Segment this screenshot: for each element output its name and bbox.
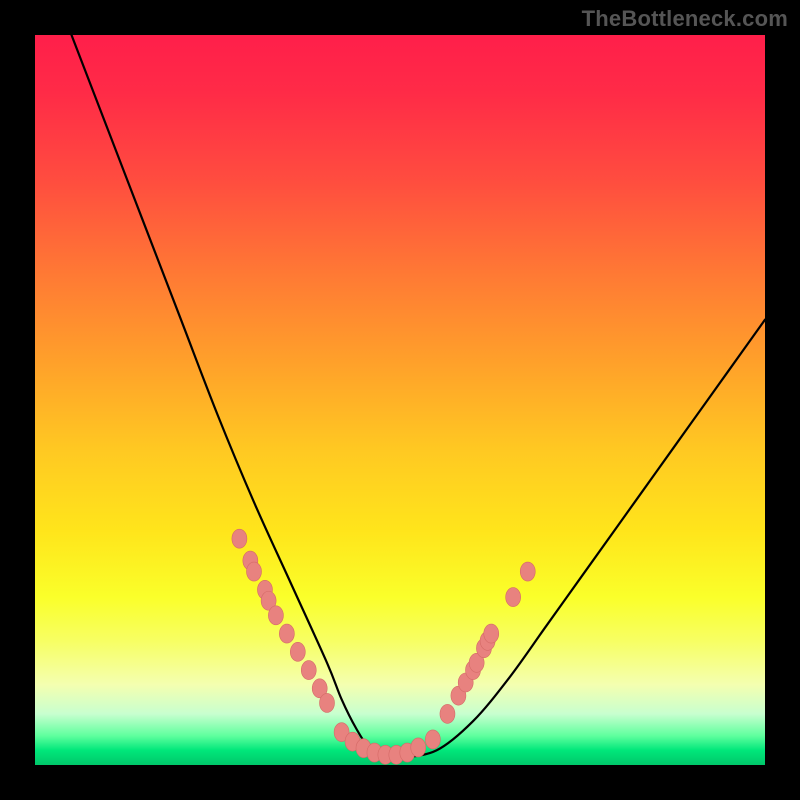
chart-overlay bbox=[35, 35, 765, 765]
data-markers bbox=[232, 529, 535, 764]
data-marker bbox=[520, 562, 535, 581]
attribution-label: TheBottleneck.com bbox=[582, 6, 788, 32]
data-marker bbox=[301, 661, 316, 680]
data-marker bbox=[440, 704, 455, 723]
data-marker bbox=[290, 642, 305, 661]
bottleneck-curve bbox=[72, 35, 766, 759]
outer-frame: TheBottleneck.com bbox=[0, 0, 800, 800]
plot-area bbox=[35, 35, 765, 765]
data-marker bbox=[268, 606, 283, 625]
data-marker bbox=[506, 588, 521, 607]
data-marker bbox=[232, 529, 247, 548]
data-marker bbox=[425, 730, 440, 749]
data-marker bbox=[247, 562, 262, 581]
data-marker bbox=[411, 738, 426, 757]
data-marker bbox=[279, 624, 294, 643]
data-marker bbox=[484, 624, 499, 643]
data-marker bbox=[320, 693, 335, 712]
